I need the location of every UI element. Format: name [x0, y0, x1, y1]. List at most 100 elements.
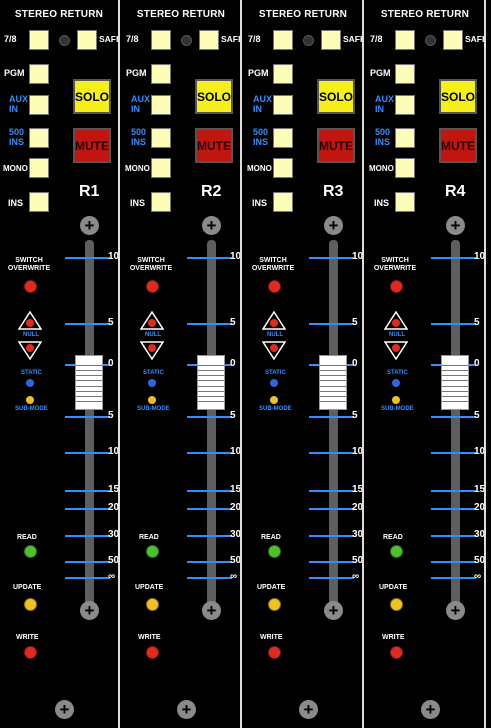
fader-scale-label: 20: [352, 502, 364, 513]
write-led[interactable]: [390, 646, 403, 659]
fader-cap[interactable]: [197, 355, 225, 410]
ins-button[interactable]: [29, 192, 49, 212]
label-switch-overwrite: SWITCH OVERWRITE: [251, 257, 295, 272]
mute-button[interactable]: MUTE: [195, 128, 233, 163]
mono-button[interactable]: [151, 158, 171, 178]
mute-button[interactable]: MUTE: [73, 128, 111, 163]
fader-scale-label: 20: [474, 502, 486, 513]
fader-scale-label: 5: [474, 317, 480, 328]
safe-button[interactable]: [77, 30, 97, 50]
stereo-return-console: STEREO RETURN 7/8 SAFE PGM AUX IN 500 IN…: [0, 0, 491, 728]
aux-in-button[interactable]: [151, 95, 171, 115]
fader-scale-label: 30: [230, 529, 242, 540]
78-button[interactable]: [151, 30, 171, 50]
null-up-button[interactable]: [384, 311, 408, 330]
update-led[interactable]: [24, 598, 37, 611]
fader-scale-label: 20: [108, 502, 120, 513]
fader-scale-label: ∞: [352, 571, 360, 582]
fader-tick: [431, 452, 476, 454]
write-led[interactable]: [268, 646, 281, 659]
fader-scale-label: 0: [474, 358, 480, 369]
null-down-button[interactable]: [18, 341, 42, 360]
aux-in-button[interactable]: [273, 95, 293, 115]
switch-overwrite-led[interactable]: [146, 280, 159, 293]
ins-button[interactable]: [273, 192, 293, 212]
label-safe: SAFE: [221, 34, 242, 44]
500-ins-button[interactable]: [151, 128, 171, 148]
read-led[interactable]: [24, 545, 37, 558]
mute-button[interactable]: MUTE: [439, 128, 477, 163]
update-led[interactable]: [146, 598, 159, 611]
solo-button[interactable]: SOLO: [317, 79, 355, 114]
label-78: 7/8: [4, 34, 17, 44]
label-500-ins: 500 INS: [131, 127, 147, 147]
fader-tick: [65, 535, 110, 537]
500-ins-button[interactable]: [29, 128, 49, 148]
channel-strip-r2: STEREO RETURN 7/8 SAFE PGM AUX IN 500 IN…: [122, 0, 242, 728]
78-button[interactable]: [29, 30, 49, 50]
fader-cap[interactable]: [441, 355, 469, 410]
fader-scale-label: 50: [352, 555, 364, 566]
label-read: READ: [383, 534, 403, 541]
78-button[interactable]: [273, 30, 293, 50]
null-down-button[interactable]: [384, 341, 408, 360]
fader-scale-label: 10: [230, 251, 242, 262]
mono-button[interactable]: [273, 158, 293, 178]
safe-button[interactable]: [199, 30, 219, 50]
solo-button[interactable]: SOLO: [73, 79, 111, 114]
safe-button[interactable]: [443, 30, 463, 50]
78-button[interactable]: [395, 30, 415, 50]
aux-in-button[interactable]: [29, 95, 49, 115]
read-led[interactable]: [390, 545, 403, 558]
null-down-button[interactable]: [140, 341, 164, 360]
fader-track[interactable]: [451, 240, 460, 605]
link-indicator-icon: [425, 35, 436, 46]
fader-cap[interactable]: [75, 355, 103, 410]
fader-tick: [187, 561, 232, 563]
label-aux-in: AUX IN: [253, 94, 273, 114]
label-submode: SUB-MODE: [15, 406, 48, 412]
label-null: NULL: [23, 332, 39, 338]
null-up-button[interactable]: [140, 311, 164, 330]
switch-overwrite-led[interactable]: [390, 280, 403, 293]
pgm-button[interactable]: [395, 64, 415, 84]
pgm-button[interactable]: [151, 64, 171, 84]
update-led[interactable]: [268, 598, 281, 611]
read-led[interactable]: [268, 545, 281, 558]
mute-button[interactable]: MUTE: [317, 128, 355, 163]
label-static: STATIC: [387, 370, 408, 376]
ins-button[interactable]: [395, 192, 415, 212]
switch-overwrite-led[interactable]: [24, 280, 37, 293]
safe-button[interactable]: [321, 30, 341, 50]
pgm-button[interactable]: [29, 64, 49, 84]
fader-scale-label: 10: [474, 446, 486, 457]
write-led[interactable]: [146, 646, 159, 659]
aux-in-button[interactable]: [395, 95, 415, 115]
write-led[interactable]: [24, 646, 37, 659]
ins-button[interactable]: [151, 192, 171, 212]
pgm-button[interactable]: [273, 64, 293, 84]
fader-track[interactable]: [207, 240, 216, 605]
solo-button[interactable]: SOLO: [439, 79, 477, 114]
500-ins-button[interactable]: [395, 128, 415, 148]
fader-scale-label: 15: [474, 484, 486, 495]
link-indicator-icon: [303, 35, 314, 46]
null-down-button[interactable]: [262, 341, 286, 360]
read-led[interactable]: [146, 545, 159, 558]
null-up-button[interactable]: [262, 311, 286, 330]
label-update: UPDATE: [379, 584, 408, 591]
500-ins-button[interactable]: [273, 128, 293, 148]
fader-cap[interactable]: [319, 355, 347, 410]
update-led[interactable]: [390, 598, 403, 611]
label-static: STATIC: [143, 370, 164, 376]
mono-button[interactable]: [29, 158, 49, 178]
mono-button[interactable]: [395, 158, 415, 178]
fader-track[interactable]: [85, 240, 94, 605]
fader-track[interactable]: [329, 240, 338, 605]
solo-button[interactable]: SOLO: [195, 79, 233, 114]
switch-overwrite-led[interactable]: [268, 280, 281, 293]
strip-header: STEREO RETURN: [136, 9, 226, 20]
label-null: NULL: [145, 332, 161, 338]
fader-scale-label: 50: [108, 555, 120, 566]
null-up-button[interactable]: [18, 311, 42, 330]
